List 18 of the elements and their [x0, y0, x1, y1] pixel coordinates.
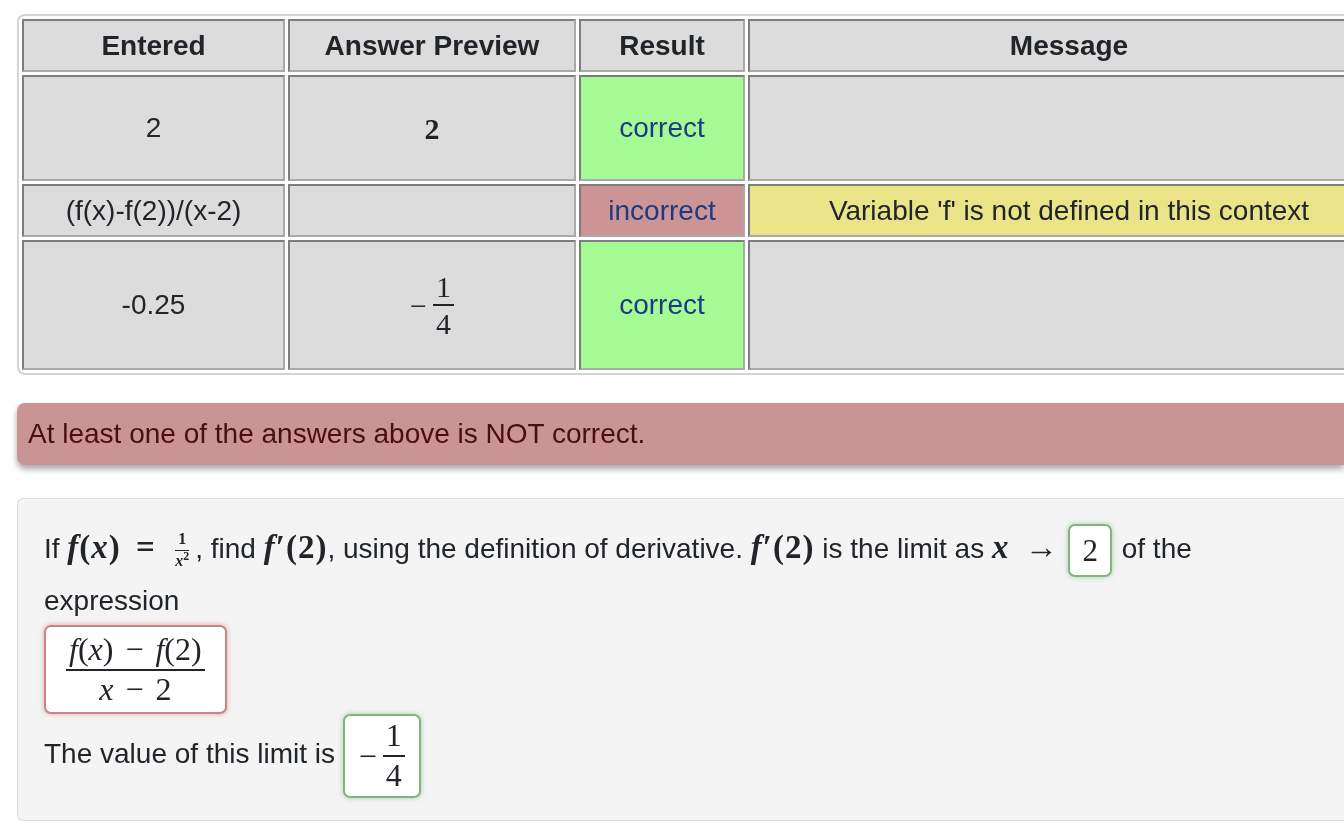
error-alert: At least one of the answers above is NOT correct. [17, 403, 1344, 465]
problem-text: expression [44, 584, 180, 619]
table-cell: (f(x)-f(2))/(x-2) [22, 184, 285, 237]
message-cell: Variable 'f' is not defined in this context [748, 184, 1344, 237]
problem-text: of the [1121, 532, 1192, 566]
column-header: Entered [22, 19, 285, 72]
column-header: Result [579, 19, 745, 72]
table-cell: 2 [22, 75, 285, 181]
problem-text: The value of this limit is [44, 737, 335, 772]
table-cell: -0.25 [22, 240, 285, 370]
result-cell: incorrect [579, 184, 745, 237]
answer-field[interactable]: 2 [1068, 524, 1112, 578]
result-cell: correct [579, 240, 745, 370]
table-cell: 2 [288, 75, 576, 181]
column-header: Message [748, 19, 1344, 72]
column-header: Answer Preview [288, 19, 576, 72]
result-cell: correct [579, 75, 745, 181]
answer-field[interactable]: f(x) − f(2) x − 2 [44, 625, 227, 715]
